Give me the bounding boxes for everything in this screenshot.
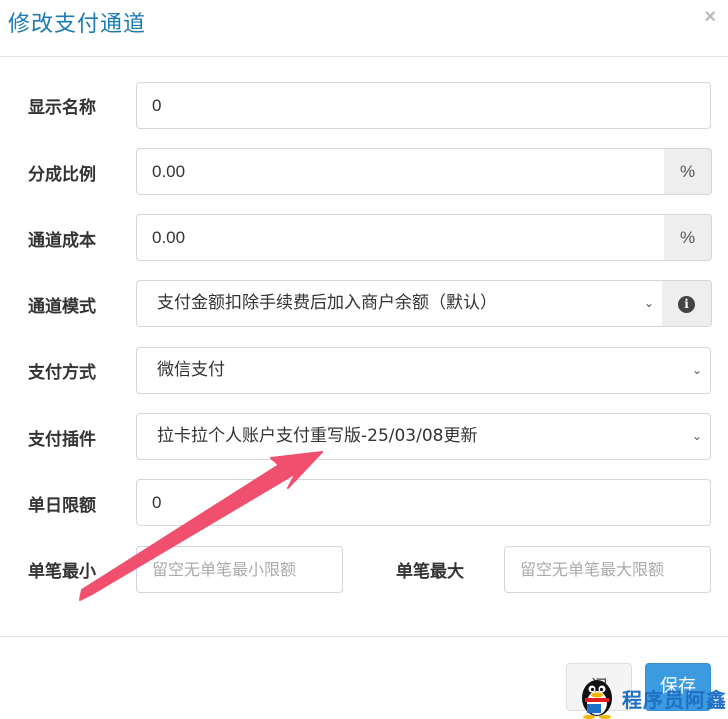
footer-divider <box>0 636 728 637</box>
single-max-input[interactable]: 留空无单笔最大限额 <box>504 546 711 593</box>
single-max-label: 单笔最大 <box>396 562 464 582</box>
single-min-label: 单笔最小 <box>28 562 96 582</box>
channel-mode-info-addon[interactable]: i <box>662 280 712 327</box>
split-ratio-percent-addon: % <box>664 148 712 195</box>
split-ratio-input[interactable]: 0.00 <box>136 148 665 195</box>
channel-cost-input[interactable]: 0.00 <box>136 214 665 261</box>
pay-method-label: 支付方式 <box>28 363 96 383</box>
pay-plugin-label: 支付插件 <box>28 430 96 450</box>
pay-plugin-value: 拉卡拉个人账户支付重写版-25/03/08更新 <box>157 426 478 446</box>
daily-limit-input[interactable]: 0 <box>136 479 711 526</box>
channel-cost-percent-addon: % <box>664 214 712 261</box>
channel-mode-value: 支付金额扣除手续费后加入商户余额（默认） <box>157 293 497 313</box>
close-icon[interactable]: × <box>704 6 716 29</box>
info-circle-icon: i <box>678 296 695 313</box>
watermark-text: 程序员阿鑫 <box>622 688 727 712</box>
channel-mode-label: 通道模式 <box>28 297 96 317</box>
modal-title: 修改支付通道 <box>8 12 147 37</box>
modal-header: 修改支付通道 × <box>0 0 728 57</box>
chevron-down-icon: ⌄ <box>643 296 654 310</box>
single-min-input[interactable]: 留空无单笔最小限额 <box>136 546 343 593</box>
channel-mode-select[interactable]: 支付金额扣除手续费后加入商户余额（默认） ⌄ <box>136 280 663 327</box>
pay-method-value: 微信支付 <box>157 360 225 380</box>
display-name-label: 显示名称 <box>28 98 96 118</box>
pay-method-select[interactable]: 微信支付 ⌄ <box>136 347 711 394</box>
display-name-input[interactable]: 0 <box>136 82 711 129</box>
chevron-down-icon: ⌄ <box>691 363 702 377</box>
watermark: 程序员阿鑫 <box>575 676 728 719</box>
pay-plugin-select[interactable]: 拉卡拉个人账户支付重写版-25/03/08更新 ⌄ <box>136 413 711 460</box>
chevron-down-icon: ⌄ <box>691 429 702 443</box>
channel-cost-label: 通道成本 <box>28 231 96 251</box>
split-ratio-label: 分成比例 <box>28 165 96 185</box>
penguin-icon <box>582 680 612 719</box>
daily-limit-label: 单日限额 <box>28 496 96 516</box>
